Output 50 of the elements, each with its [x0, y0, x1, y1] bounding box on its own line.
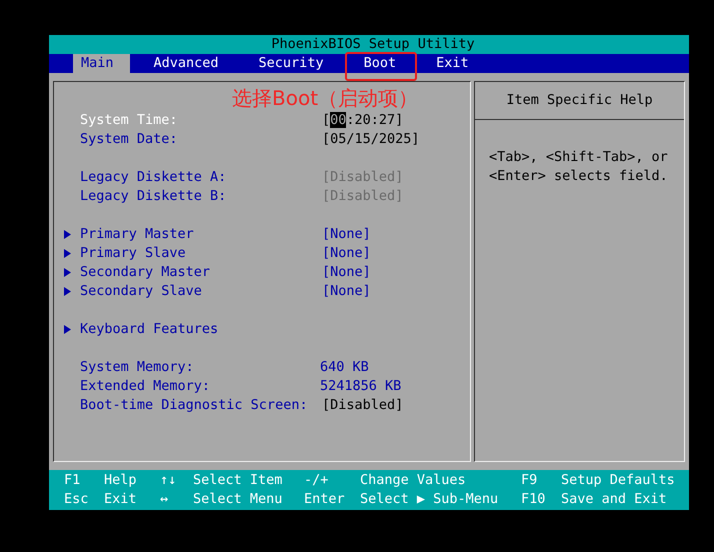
setting-label[interactable]: Boot-time Diagnostic Screen: — [80, 397, 308, 413]
key-hint: ↑↓ — [160, 472, 176, 488]
key-action: Exit — [104, 490, 137, 509]
help-text: <Tab>, <Shift-Tab>, or <Enter> selects field. — [489, 148, 669, 186]
setting-label[interactable]: System Date: — [80, 131, 178, 147]
key-hint: F1 — [64, 472, 80, 488]
setting-label[interactable]: Primary Master — [80, 226, 194, 242]
annotation-text: 选择Boot（启动项） — [232, 86, 418, 110]
key-action: Change Values — [360, 471, 466, 490]
triangle-icon — [64, 287, 71, 296]
triangle-icon — [64, 249, 71, 258]
field-value: [None] — [322, 244, 371, 263]
key-hint: ↔ — [160, 491, 168, 507]
field-value: [None] — [322, 282, 371, 301]
key-action: Save and Exit — [561, 490, 667, 509]
setting-label[interactable]: Secondary Master — [80, 264, 210, 280]
setting-label[interactable]: Keyboard Features — [80, 321, 218, 337]
key-action: Select ▶ Sub-Menu — [360, 490, 498, 509]
window-title: PhoenixBIOS Setup Utility — [270, 35, 475, 54]
key-hint: -/+ — [304, 472, 328, 488]
field-value: [00:20:27] — [322, 111, 404, 130]
key-action: Select Item — [193, 471, 282, 490]
setting-label[interactable]: Primary Slave — [80, 245, 186, 261]
field-value: [Disabled] — [322, 396, 404, 415]
menu-tab[interactable]: Main — [73, 54, 130, 73]
triangle-icon — [64, 268, 71, 277]
menu-tab[interactable]: Advanced — [146, 54, 235, 73]
menu-tab[interactable]: Exit — [428, 54, 485, 73]
key-action: Help — [104, 471, 137, 490]
setting-label[interactable]: Extended Memory: — [80, 378, 210, 394]
field-value: [None] — [322, 263, 371, 282]
key-action: Select Menu — [193, 490, 282, 509]
key-action: Setup Defaults — [561, 471, 675, 490]
key-hint: F9 — [521, 472, 538, 488]
menu-tab[interactable]: Security — [250, 54, 340, 73]
setting-label[interactable]: System Memory: — [80, 359, 194, 375]
setting-label[interactable]: Secondary Slave — [80, 283, 202, 299]
key-hint: F10 — [521, 491, 546, 507]
field-value: [05/15/2025] — [322, 130, 420, 149]
field-value: [Disabled] — [322, 168, 404, 187]
field-value: 5241856 KB — [320, 377, 402, 396]
help-title: Item Specific Help — [506, 91, 653, 110]
key-hint: Esc — [64, 491, 88, 507]
triangle-icon — [64, 230, 71, 239]
key-hint: Enter — [304, 491, 345, 507]
field-value: [Disabled] — [322, 187, 404, 206]
menu-tab[interactable]: Boot — [356, 54, 412, 73]
field-value: [None] — [322, 225, 371, 244]
field-value: 640 KB — [320, 358, 369, 377]
triangle-icon — [64, 325, 71, 334]
